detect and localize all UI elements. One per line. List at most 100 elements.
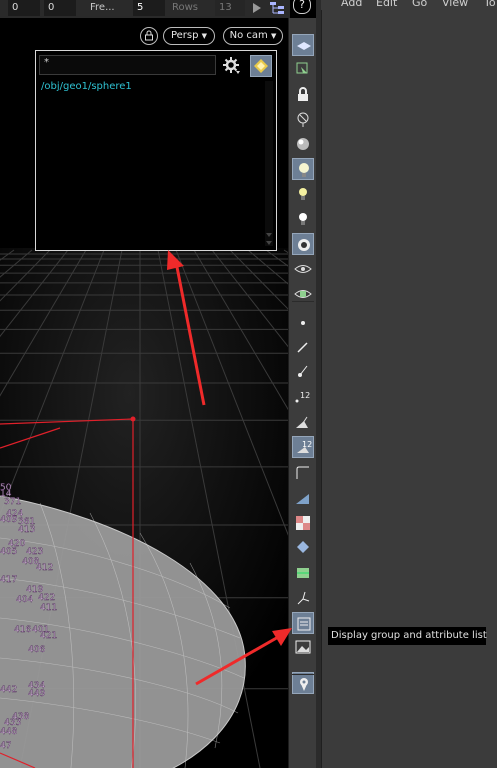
tooltip: Display group and attribute list <box>328 627 487 645</box>
point-number-label: 47 <box>0 741 11 751</box>
light-add-button[interactable] <box>292 183 314 205</box>
group-list-button[interactable] <box>292 612 314 634</box>
texture-checker-icon <box>296 516 310 530</box>
point-number-label: 412 <box>36 563 53 573</box>
group-filter-input[interactable]: * <box>39 55 216 75</box>
lock-camera-icon <box>145 30 153 41</box>
lock-button[interactable] <box>292 84 314 106</box>
background-image-button[interactable] <box>292 636 314 658</box>
uv-display-icon <box>297 541 309 553</box>
lock-icon <box>298 87 308 101</box>
shaded-faces-button[interactable] <box>292 488 314 510</box>
visibility-eye-icon <box>294 265 312 273</box>
frame-current-field[interactable]: 0 <box>44 0 76 16</box>
display-point-normals-button[interactable] <box>292 360 314 382</box>
tree-view-icon[interactable] <box>268 0 288 16</box>
select-objects-button[interactable] <box>292 58 314 80</box>
ghost-button[interactable] <box>292 108 314 130</box>
point-number-label: 406 <box>28 645 45 655</box>
display-normals-icon <box>297 342 308 353</box>
gear-icon[interactable] <box>222 56 242 76</box>
visibility-eye-button[interactable] <box>292 258 314 280</box>
free-label[interactable]: Fre... <box>90 0 115 16</box>
menu-add[interactable]: Add <box>341 0 362 9</box>
menu-edit[interactable]: Edit <box>376 0 397 9</box>
light-add-icon <box>299 188 307 200</box>
rows-dim-field: 13 <box>215 0 245 16</box>
selection-mode-button[interactable] <box>292 34 314 56</box>
primitive-numbers-icon: 12 <box>297 440 312 453</box>
primitive-numbers-button[interactable]: 12 <box>292 436 314 458</box>
uv-display-button[interactable] <box>292 536 314 558</box>
camera-menu-button[interactable]: No cam ▼ <box>223 27 283 45</box>
camera-mode-button[interactable]: Persp ▼ <box>163 27 215 45</box>
play-icon[interactable] <box>250 0 264 16</box>
camera-menu-label: No cam <box>229 30 268 41</box>
point-number-label: 442 <box>0 685 17 695</box>
point-number-label: 371 <box>4 497 21 507</box>
point-numbers-button[interactable]: 12 <box>292 386 314 408</box>
point-number-label: 448 <box>0 727 17 737</box>
shaded-faces-icon <box>296 494 309 504</box>
light-global-icon <box>299 213 307 225</box>
uv-seams-button[interactable] <box>292 562 314 584</box>
snap-icon <box>300 678 308 691</box>
shading-icon <box>297 138 309 150</box>
primitive-normals-icon <box>296 416 308 428</box>
point-number-label: 413 <box>18 525 35 535</box>
texture-checker-button[interactable] <box>292 512 314 534</box>
camera-icon <box>298 239 310 251</box>
point-number-label: 404 <box>16 595 33 605</box>
display-normals-button[interactable] <box>292 336 314 358</box>
profile-curves-button[interactable] <box>292 462 314 484</box>
display-points-icon <box>301 321 305 325</box>
primitive-normals-button[interactable] <box>292 412 314 434</box>
point-number-label: 411 <box>40 603 57 613</box>
shelf-separator <box>292 674 314 675</box>
highlight-toggle-button[interactable] <box>250 55 272 77</box>
display-points-button[interactable] <box>292 312 314 334</box>
frame-start-field[interactable]: 0 <box>8 0 40 16</box>
profile-curves-icon <box>296 466 309 479</box>
point-number-label: 449 <box>28 689 45 699</box>
shading-button[interactable] <box>292 133 314 155</box>
rows-field[interactable]: 5 <box>133 0 165 16</box>
lighting-button[interactable] <box>292 158 314 180</box>
camera-button[interactable] <box>292 233 314 255</box>
background-image-icon <box>295 640 311 654</box>
point-number-label: 416 <box>14 625 31 635</box>
point-number-label: 409 <box>0 515 17 525</box>
point-number-label: 423 <box>26 547 43 557</box>
point-number-label: 417 <box>0 575 17 585</box>
point-number-label: 422 <box>38 593 55 603</box>
lighting-icon <box>299 163 309 177</box>
snap-button[interactable] <box>292 672 314 694</box>
selection-mode-icon <box>297 42 311 50</box>
lock-camera-button[interactable] <box>140 27 158 45</box>
menu-tools[interactable]: To <box>484 0 496 9</box>
chevron-down-icon: ▼ <box>201 32 208 40</box>
network-editor-area[interactable] <box>321 10 497 768</box>
vector-display-button[interactable] <box>292 588 314 610</box>
menu-view[interactable]: View <box>442 0 468 9</box>
uv-seams-icon <box>297 568 309 578</box>
highlight-diamond-icon <box>254 59 268 73</box>
group-list-icon <box>297 617 311 631</box>
point-number-label: 405 <box>0 547 17 557</box>
point-number-label: 421 <box>40 631 57 641</box>
help-icon[interactable]: ? <box>293 0 311 14</box>
camera-mode-label: Persp <box>170 30 199 41</box>
group-list-scrollbar[interactable] <box>265 81 273 246</box>
display-options-shelf: 12 12 <box>288 18 316 768</box>
chevron-down-icon: ▼ <box>270 32 277 40</box>
point-numbers-icon: 12 <box>295 391 310 403</box>
display-point-normals-icon <box>298 365 308 377</box>
menu-go[interactable]: Go <box>412 0 427 9</box>
light-global-button[interactable] <box>292 208 314 230</box>
group-path-item[interactable]: /obj/geo1/sphere1 <box>41 81 132 92</box>
vector-display-icon <box>297 591 310 605</box>
viewport-toolbar: 0 0 Fre... 5 Rows 13 ? <box>0 0 311 18</box>
group-list-panel: * /obj/geo1/sphere1 <box>35 50 277 251</box>
network-menubar: Add Edit Go View To <box>321 0 497 10</box>
ghost-icon <box>297 112 309 127</box>
